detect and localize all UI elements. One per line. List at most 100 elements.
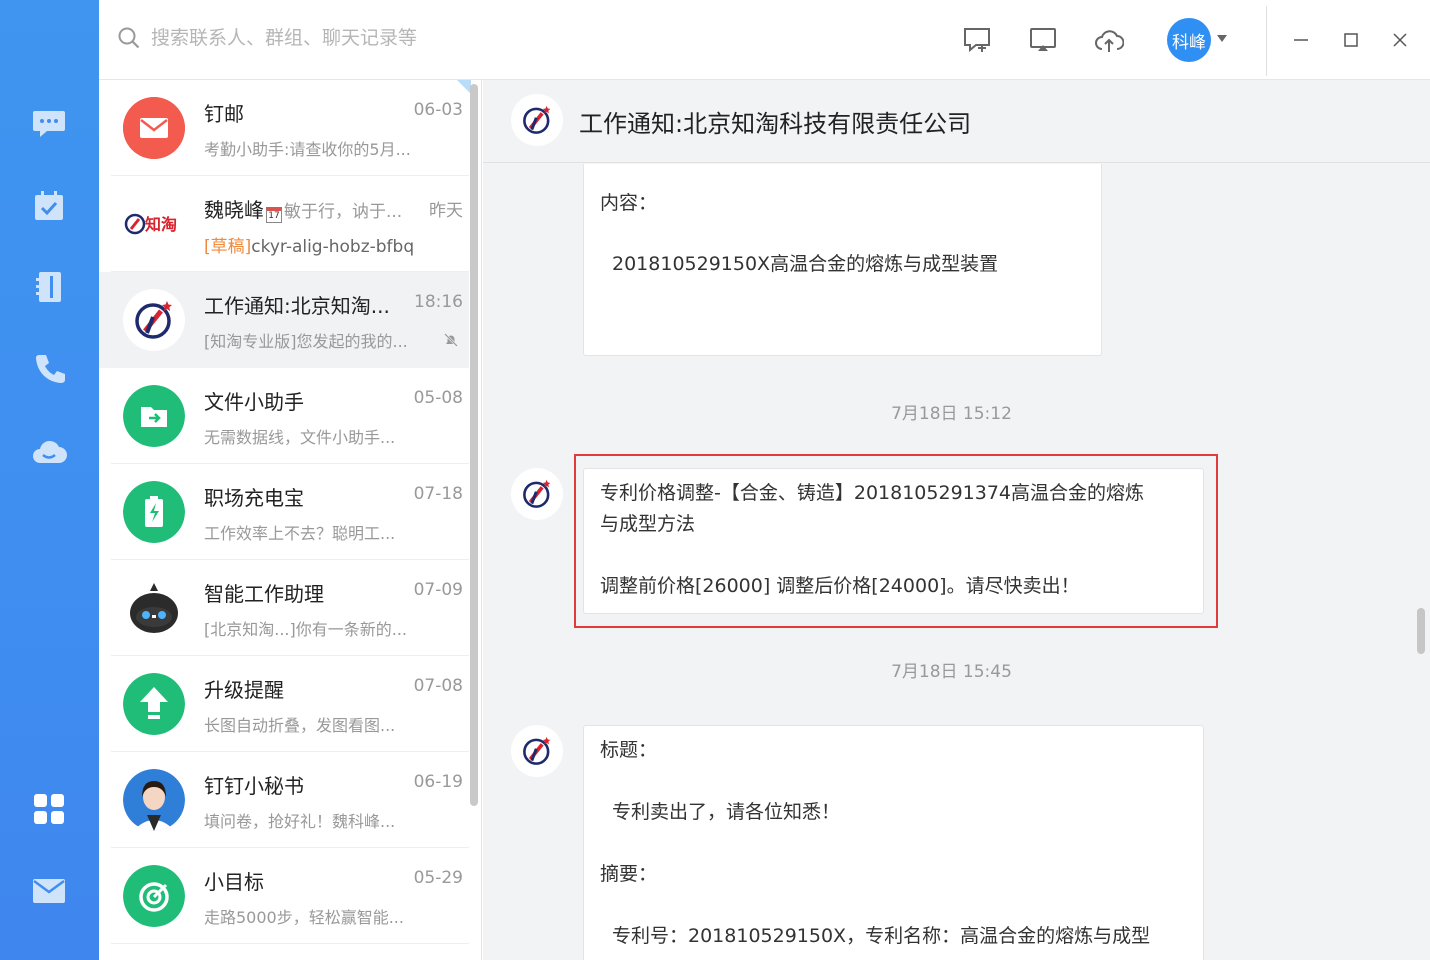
zhitao-round-logo-icon xyxy=(523,479,551,508)
message-bubble[interactable]: 标题： 专利卖出了，请各位知悉！ 摘要： 专利号：201810529150X，专… xyxy=(583,725,1204,960)
user-avatar[interactable]: 科峰 xyxy=(1167,18,1211,62)
search-icon xyxy=(118,27,140,49)
conversation-item[interactable]: 知淘 魏晓峰 17 敏于行，讷于... 昨天 [草稿]ckyr-alig-hobz-… xyxy=(99,176,469,272)
conversation-time: 06-03 xyxy=(413,100,463,120)
conversation-preview: 填问卷，抢好礼！魏科峰... xyxy=(204,812,396,831)
conversation-item[interactable]: 小目标 05-29 走路5000步，轻松赢智能... xyxy=(99,848,469,944)
nav-work[interactable] xyxy=(30,187,68,225)
grid-apps-icon xyxy=(34,794,64,824)
cloud-upload-icon xyxy=(1095,30,1124,52)
chat-plus-icon xyxy=(964,28,990,53)
nav-contacts[interactable] xyxy=(30,268,68,306)
conversation-avatar xyxy=(123,865,185,927)
conversation-list-scrollbar[interactable] xyxy=(470,84,478,806)
conversation-name: 魏晓峰 17 敏于行，讷于... xyxy=(204,198,403,223)
chat-header: 工作通知:北京知淘科技有限责任公司 xyxy=(483,80,1430,163)
address-book-icon xyxy=(36,272,61,302)
message-line: 与成型方法 xyxy=(600,513,696,535)
mail-icon xyxy=(33,879,65,903)
sender-avatar[interactable] xyxy=(511,468,563,520)
conversation-name: 小目标 xyxy=(204,870,264,894)
search-input[interactable] xyxy=(151,27,491,49)
conversation-name: 职场充电宝 xyxy=(204,486,304,510)
cloud-upload-button[interactable] xyxy=(1093,24,1125,56)
conversation-time: 05-29 xyxy=(413,868,463,888)
conversation-name: 钉钉小秘书 xyxy=(204,774,304,798)
message-timestamp: 7月18日 15:12 xyxy=(891,404,1012,424)
maximize-button[interactable] xyxy=(1339,28,1363,52)
message-body: 201810529150X高温合金的熔炼与成型装置 xyxy=(612,253,999,275)
conversation-avatar xyxy=(123,289,185,351)
conversation-time: 07-08 xyxy=(413,676,463,696)
conversation-item[interactable]: 钉钉小秘书 06-19 填问卷，抢好礼！魏科峰... xyxy=(99,752,469,848)
conversation-preview: [知淘专业版]您发起的我的... xyxy=(204,332,408,351)
conversation-item-active[interactable]: 工作通知:北京知淘... 18:16 [知淘专业版]您发起的我的... xyxy=(99,272,469,368)
zhitao-round-logo-icon xyxy=(523,105,551,134)
conversation-item[interactable]: 钉邮 06-03 考勤小助手:请查收你的5月... xyxy=(99,80,469,176)
conversation-item[interactable]: 职场充电宝 07-18 工作效率上不去？聪明工... xyxy=(99,464,469,560)
top-bar: 科峰 xyxy=(99,0,1430,80)
conversation-preview: [北京知淘...]你有一条新的... xyxy=(204,620,408,639)
mute-bell-icon xyxy=(444,333,458,347)
search-box[interactable] xyxy=(117,26,491,50)
close-button[interactable] xyxy=(1388,28,1412,52)
toolbar-divider xyxy=(1266,6,1267,76)
conversation-avatar xyxy=(123,97,185,159)
conversation-name: 升级提醒 xyxy=(204,678,284,702)
nav-phone[interactable] xyxy=(30,350,68,388)
conversation-preview: 无需数据线，文件小助手... xyxy=(204,428,396,447)
nav-apps[interactable] xyxy=(30,790,68,828)
new-chat-button[interactable] xyxy=(961,24,993,56)
left-nav-rail xyxy=(0,0,99,960)
conversation-name: 智能工作助理 xyxy=(204,582,324,606)
message-bubble[interactable]: 内容： 201810529150X高温合金的熔炼与成型装置 xyxy=(583,164,1102,356)
conversation-preview: 长图自动折叠，发图看图... xyxy=(204,716,396,735)
conversation-name: 钉邮 xyxy=(204,102,244,126)
nav-mail[interactable] xyxy=(30,872,68,910)
conversation-time: 06-19 xyxy=(413,772,463,792)
nav-cloud[interactable] xyxy=(30,432,68,470)
conversation-avatar xyxy=(123,385,185,447)
target-goal-icon xyxy=(123,865,185,927)
screen-share-button[interactable] xyxy=(1027,24,1059,56)
message-line: 调整前价格[26000] 调整后价格[24000]。请尽快卖出！ xyxy=(600,575,1080,597)
message-body: 专利号：201810529150X，专利名称：高温合金的熔炼与成型 xyxy=(612,925,1151,947)
zhitao-round-logo-icon xyxy=(523,736,551,765)
phone-icon xyxy=(36,355,65,383)
chat-header-avatar[interactable] xyxy=(511,94,563,146)
battery-charge-icon xyxy=(123,481,185,543)
message-label: 标题： xyxy=(600,739,658,761)
conversation-item[interactable]: 升级提醒 07-08 长图自动折叠，发图看图... xyxy=(99,656,469,752)
message-timestamp: 7月18日 15:45 xyxy=(891,662,1012,682)
chat-scrollbar[interactable] xyxy=(1417,608,1425,654)
conversation-avatar xyxy=(123,577,185,639)
message-bubble-price-adjustment[interactable]: 专利价格调整-【合金、铸造】2018105291374高温合金的熔炼 与成型方法… xyxy=(583,468,1204,614)
folder-transfer-icon xyxy=(123,385,185,447)
calendar-check-icon xyxy=(35,191,63,220)
conversation-item[interactable]: 文件小助手 05-08 无需数据线，文件小助手... xyxy=(99,368,469,464)
cloud-icon xyxy=(33,440,67,463)
minimize-button[interactable] xyxy=(1289,28,1313,52)
sender-avatar[interactable] xyxy=(511,725,563,777)
zhitao-round-logo-icon xyxy=(123,289,185,351)
nav-messages[interactable] xyxy=(30,104,68,142)
conversation-avatar: 知淘 xyxy=(123,193,185,255)
caret-down-icon[interactable] xyxy=(1217,35,1227,42)
message-label: 内容： xyxy=(600,192,658,214)
conversation-preview: 走路5000步，轻松赢智能... xyxy=(204,908,404,927)
chat-panel: 工作通知:北京知淘科技有限责任公司 内容： 201810529150X高温合金的… xyxy=(483,80,1430,960)
draft-tag: [草稿] xyxy=(204,237,252,257)
conversation-preview: 考勤小助手:请查收你的5月... xyxy=(204,140,411,159)
conversation-name: 文件小助手 xyxy=(204,390,304,414)
conversation-item[interactable]: 智能工作助理 07-09 [北京知淘...]你有一条新的... xyxy=(99,560,469,656)
conversation-time: 05-08 xyxy=(413,388,463,408)
svg-text:知淘: 知淘 xyxy=(145,215,177,234)
conversation-time: 07-18 xyxy=(413,484,463,504)
conversation-avatar xyxy=(123,673,185,735)
chat-title: 工作通知:北京知淘科技有限责任公司 xyxy=(579,110,972,138)
screen-cast-icon xyxy=(1030,28,1056,51)
assistant-photo-avatar xyxy=(123,769,185,831)
conversation-list: 钉邮 06-03 考勤小助手:请查收你的5月... 知淘 魏晓峰 17 敏于行，讷于… xyxy=(99,80,482,960)
zhitao-logo-icon: 知淘 xyxy=(124,213,177,235)
conversation-preview: [草稿]ckyr-alig-hobz-bfbq xyxy=(204,237,415,257)
